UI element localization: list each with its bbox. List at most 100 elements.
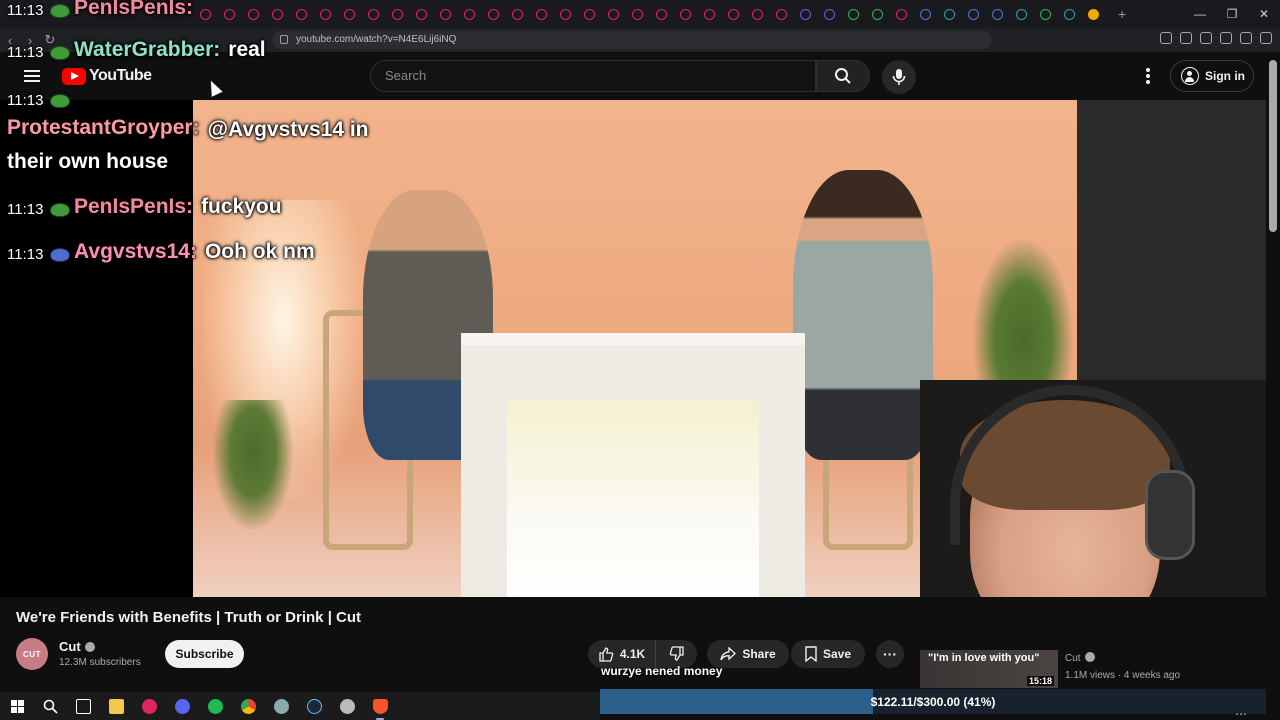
browser-tab[interactable] <box>320 8 331 20</box>
recommendation-channel[interactable]: Cut <box>1065 652 1095 664</box>
recommendation-meta: 1.1M views · 4 weeks ago <box>1065 670 1181 681</box>
browser-tab-strip: + <box>0 0 1280 28</box>
extension-icon[interactable] <box>1160 32 1172 44</box>
browser-tab[interactable] <box>368 8 379 20</box>
browser-tab[interactable] <box>272 8 283 20</box>
browser-tab[interactable] <box>248 8 259 20</box>
browser-tab[interactable] <box>440 8 451 20</box>
system-tray: ▪ ▪ ▪ <box>1236 712 1246 718</box>
save-label: Save <box>822 647 852 661</box>
menu-icon[interactable] <box>1260 32 1272 44</box>
table-light <box>507 401 759 597</box>
wallet-icon[interactable] <box>1240 32 1252 44</box>
scrollbar-thumb[interactable] <box>1269 60 1277 232</box>
app-icon[interactable] <box>336 695 358 717</box>
close-icon[interactable]: ✕ <box>1248 0 1280 28</box>
extension-icon[interactable] <box>1180 32 1192 44</box>
obs-icon[interactable] <box>138 695 160 717</box>
video-title: We're Friends with Benefits | Truth or D… <box>16 609 362 626</box>
restore-icon[interactable]: ❐ <box>1216 0 1248 28</box>
verified-icon <box>1084 652 1095 662</box>
browser-tab[interactable] <box>464 8 475 20</box>
browser-tab[interactable] <box>632 8 643 20</box>
share-icon <box>720 647 737 661</box>
browser-tab[interactable] <box>800 8 811 20</box>
extension-icon[interactable] <box>1200 32 1212 44</box>
browser-tab[interactable] <box>848 8 859 20</box>
browser-tab[interactable] <box>728 8 739 20</box>
subscriber-count: 12.3M subscribers <box>59 657 141 668</box>
browser-tab[interactable] <box>200 8 211 20</box>
side-panel <box>1077 100 1266 390</box>
spotify-icon[interactable] <box>204 695 226 717</box>
browser-tab[interactable] <box>488 8 499 20</box>
account-icon <box>1181 67 1199 85</box>
search-input[interactable]: Search <box>370 60 816 92</box>
channel-avatar[interactable]: CUT <box>16 638 48 670</box>
file-explorer-icon[interactable] <box>105 695 127 717</box>
browser-tab[interactable] <box>944 8 955 20</box>
reload-icon[interactable]: ↻ <box>40 32 60 48</box>
browser-tab[interactable] <box>776 8 787 20</box>
voice-search-button[interactable] <box>882 60 916 94</box>
headset-earcup <box>1145 470 1195 560</box>
youtube-logo-text: YouTube <box>89 67 152 84</box>
like-icon <box>599 647 614 662</box>
window-controls: — ❐ ✕ <box>1184 0 1280 28</box>
browser-tab[interactable] <box>704 8 715 20</box>
discord-icon[interactable] <box>171 695 193 717</box>
browser-tab[interactable] <box>656 8 667 20</box>
donation-goal-bar: $122.11/$300.00 (41%) <box>600 689 1266 714</box>
like-count: 4.1K <box>619 647 646 661</box>
browser-tab[interactable] <box>920 8 931 20</box>
sidebar-icon[interactable] <box>1220 32 1232 44</box>
browser-tab[interactable] <box>416 8 427 20</box>
task-view-icon[interactable] <box>72 695 94 717</box>
more-actions-button[interactable]: ··· <box>876 640 904 668</box>
browser-tab[interactable] <box>536 8 547 20</box>
sign-in-button[interactable]: Sign in <box>1170 60 1254 92</box>
browser-tab[interactable] <box>584 8 595 20</box>
browser-tab[interactable] <box>872 8 883 20</box>
browser-tab[interactable] <box>968 8 979 20</box>
browser-tab[interactable] <box>1040 8 1051 20</box>
subscribe-button[interactable]: Subscribe <box>165 640 244 668</box>
search-button[interactable] <box>816 60 870 92</box>
back-icon[interactable]: ‹ <box>0 33 20 48</box>
taskbar <box>0 692 600 720</box>
steam-icon[interactable] <box>303 695 325 717</box>
browser-tab[interactable] <box>560 8 571 20</box>
browser-tab[interactable] <box>1088 8 1099 20</box>
browser-tab[interactable] <box>752 8 763 20</box>
browser-tab[interactable] <box>1064 8 1075 20</box>
browser-tab[interactable] <box>896 8 907 20</box>
save-button[interactable]: Save <box>791 640 865 668</box>
browser-tab[interactable] <box>344 8 355 20</box>
recommendation-thumbnail[interactable]: "I'm in love with you" 15:18 <box>920 650 1058 688</box>
lock-icon <box>280 35 288 44</box>
browser-tab[interactable] <box>392 8 403 20</box>
minimize-icon[interactable]: — <box>1184 0 1216 28</box>
forward-icon[interactable]: › <box>20 33 40 48</box>
recommendation-duration: 15:18 <box>1026 676 1054 686</box>
chrome-icon[interactable] <box>237 695 259 717</box>
browser-tab[interactable] <box>1016 8 1027 20</box>
browser-tab[interactable] <box>608 8 619 20</box>
browser-tab[interactable] <box>992 8 1003 20</box>
brave-icon[interactable] <box>369 695 391 720</box>
menu-icon[interactable] <box>24 70 40 82</box>
browser-tab[interactable] <box>824 8 835 20</box>
new-tab-button[interactable]: + <box>1118 6 1126 22</box>
channel-name[interactable]: Cut <box>59 639 95 654</box>
more-vert-icon[interactable] <box>1146 68 1150 84</box>
search-icon[interactable] <box>39 695 61 717</box>
browser-tab[interactable] <box>296 8 307 20</box>
browser-tab[interactable] <box>512 8 523 20</box>
app-icon[interactable] <box>270 695 292 717</box>
windows-start-icon[interactable] <box>6 695 28 717</box>
browser-tab[interactable] <box>224 8 235 20</box>
url-text: youtube.com/watch?v=N4E6Lij6iNQ <box>296 34 457 45</box>
browser-tab[interactable] <box>680 8 691 20</box>
url-field[interactable]: youtube.com/watch?v=N4E6Lij6iNQ <box>272 31 992 49</box>
youtube-logo[interactable]: YouTube <box>62 67 152 85</box>
